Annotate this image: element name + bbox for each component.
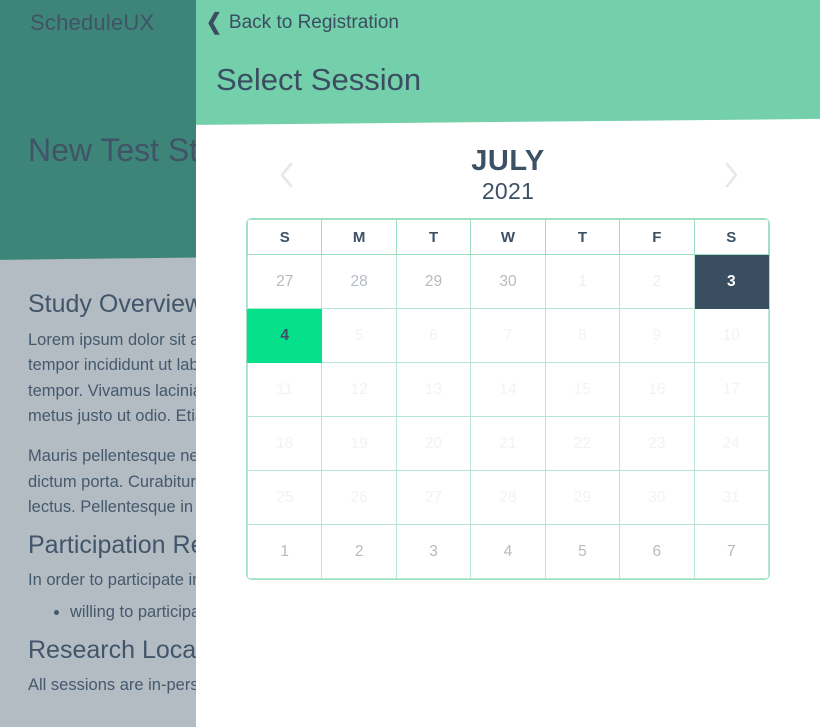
- calendar-day-cell[interactable]: 29: [544, 470, 621, 525]
- calendar-weekday-row: S M T W T F S: [247, 219, 769, 255]
- calendar-day-cell[interactable]: 24: [693, 416, 769, 471]
- next-month-button[interactable]: [704, 136, 760, 214]
- calendar-day-cell[interactable]: 19: [321, 416, 397, 471]
- calendar-day-cell[interactable]: 7: [693, 524, 769, 579]
- calendar-day-cell[interactable]: 26: [321, 470, 397, 525]
- weekday-header: W: [470, 219, 546, 255]
- calendar-month-year: JULY 2021: [471, 147, 544, 203]
- calendar-day-cell-selected[interactable]: 3: [693, 254, 769, 309]
- calendar-day-cell[interactable]: 12: [321, 362, 397, 417]
- calendar-day-cell[interactable]: 29: [395, 254, 472, 309]
- weekday-header: F: [619, 219, 695, 255]
- calendar-day-cell[interactable]: 18: [247, 416, 323, 471]
- calendar-day-cell[interactable]: 9: [619, 308, 695, 363]
- calendar-day-cell[interactable]: 2: [619, 254, 695, 309]
- chevron-left-icon: [280, 162, 293, 188]
- calendar-widget: JULY 2021 S M T W T F S 27 28 29 30 1 2 …: [196, 136, 820, 580]
- calendar-week-row: 18 19 20 21 22 23 24: [247, 416, 769, 471]
- calendar-month-label: JULY: [471, 145, 545, 177]
- app-root: ScheduleUX New Test Study Study Overview…: [0, 0, 820, 727]
- weekday-header: T: [395, 219, 472, 255]
- calendar-day-cell[interactable]: 15: [544, 362, 621, 417]
- chevron-right-icon: [725, 162, 738, 188]
- weekday-header: S: [693, 219, 769, 255]
- calendar-day-cell[interactable]: 1: [544, 254, 621, 309]
- calendar-day-cell[interactable]: 27: [395, 470, 472, 525]
- calendar-grid: S M T W T F S 27 28 29 30 1 2 3 4 5 6 7 8 9 10 11 12 13 1…: [246, 218, 770, 580]
- weekday-header: S: [247, 219, 323, 255]
- calendar-day-cell[interactable]: 4: [470, 524, 546, 579]
- calendar-day-cell[interactable]: 28: [470, 470, 546, 525]
- calendar-day-cell[interactable]: 7: [470, 308, 546, 363]
- modal-header: ❮ Back to Registration Select Session: [196, 0, 820, 136]
- calendar-day-cell[interactable]: 6: [395, 308, 472, 363]
- calendar-day-cell[interactable]: 23: [619, 416, 695, 471]
- calendar-week-row: 11 12 13 14 15 16 17: [247, 362, 769, 417]
- calendar-day-cell[interactable]: 11: [247, 362, 323, 417]
- back-to-registration-label: Back to Registration: [228, 12, 399, 33]
- calendar-week-row: 4 5 6 7 8 9 10: [247, 308, 769, 363]
- chevron-left-icon: ❮: [206, 9, 222, 35]
- calendar-day-cell-today[interactable]: 4: [247, 308, 323, 363]
- select-session-modal: ❮ Back to Registration Select Session JU…: [196, 0, 820, 727]
- calendar-day-cell[interactable]: 30: [470, 254, 546, 309]
- calendar-day-cell[interactable]: 22: [544, 416, 621, 471]
- calendar-day-cell[interactable]: 10: [693, 308, 769, 363]
- calendar-nav: JULY 2021: [196, 136, 820, 214]
- calendar-day-cell[interactable]: 13: [395, 362, 472, 417]
- prev-month-button[interactable]: [258, 136, 314, 214]
- calendar-day-cell[interactable]: 30: [619, 470, 695, 525]
- calendar-week-row: 1234567: [247, 524, 769, 579]
- calendar-day-cell[interactable]: 16: [619, 362, 695, 417]
- weekday-header: T: [544, 219, 621, 255]
- calendar-day-cell[interactable]: 20: [395, 416, 472, 471]
- calendar-year-label: 2021: [481, 178, 535, 204]
- calendar-day-cell[interactable]: 31: [693, 470, 769, 525]
- calendar-week-row: 27 28 29 30 1 2 3: [247, 254, 769, 309]
- calendar-day-cell[interactable]: 8: [544, 308, 621, 363]
- calendar-day-cell[interactable]: 14: [470, 362, 546, 417]
- calendar-day-cell[interactable]: 27: [247, 254, 323, 309]
- weekday-header: M: [321, 219, 397, 255]
- calendar-day-cell[interactable]: 2: [321, 524, 397, 579]
- calendar-day-cell[interactable]: 25: [247, 470, 323, 525]
- calendar-day-cell[interactable]: 21: [470, 416, 546, 471]
- calendar-day-cell[interactable]: 1: [247, 524, 323, 579]
- calendar-day-cell[interactable]: 3: [395, 524, 472, 579]
- calendar-day-cell[interactable]: 28: [321, 254, 397, 309]
- calendar-day-cell[interactable]: 17: [693, 362, 769, 417]
- calendar-week-row: 25 26 27 28 29 30 31: [247, 470, 769, 525]
- back-to-registration-button[interactable]: ❮ Back to Registration: [206, 9, 399, 35]
- calendar-day-cell[interactable]: 5: [321, 308, 397, 363]
- calendar-body: 27 28 29 30 1 2 3 4 5 6 7 8 9 10 11 12 13 14 15 16 17 18 19 20 2…: [247, 254, 769, 579]
- calendar-day-cell[interactable]: 5: [544, 524, 621, 579]
- modal-title: Select Session: [216, 62, 422, 97]
- calendar-day-cell[interactable]: 6: [619, 524, 695, 579]
